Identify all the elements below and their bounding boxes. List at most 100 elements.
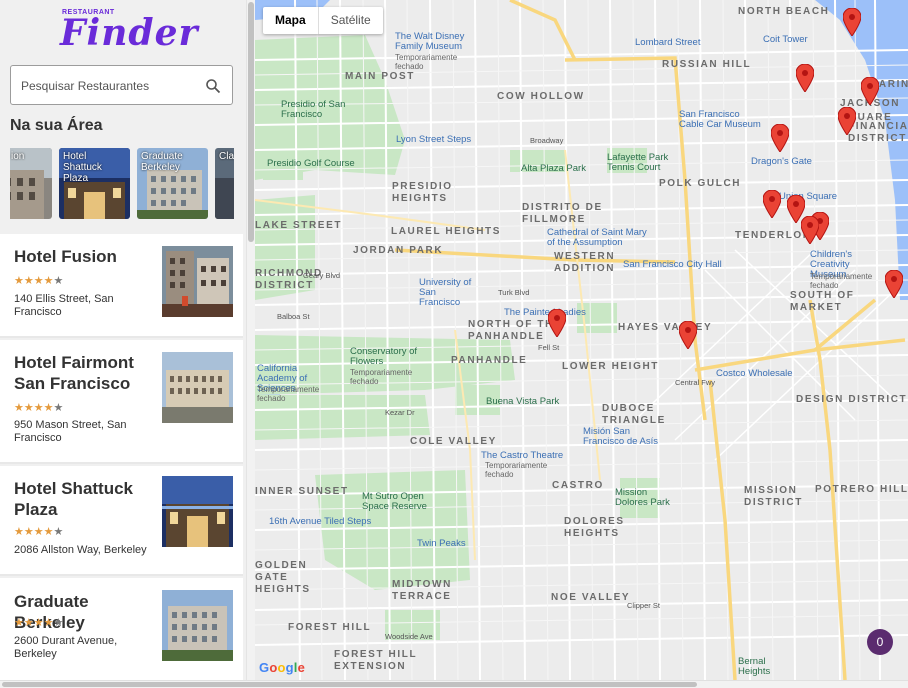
hotel-marker[interactable] [843, 8, 861, 36]
notification-badge[interactable]: 0 [867, 629, 893, 655]
search-icon[interactable] [205, 78, 221, 94]
district-label: POLK GULCH [659, 178, 742, 189]
poi-label[interactable]: Costco Wholesale [716, 368, 793, 379]
nearby-thumb-label: Graduate Berkeley [141, 151, 183, 173]
tab-map[interactable]: Mapa [263, 7, 319, 34]
hotel-name: Hotel Fusion [14, 247, 117, 266]
district-label: JORDAN PARK [353, 245, 444, 256]
nearby-thumb-label: Cla Cla Ho [219, 151, 234, 162]
hotel-marker[interactable] [838, 107, 856, 135]
nearby-thumb[interactable]: ion [10, 148, 52, 219]
district-label: HAYES VALLEY [618, 322, 713, 333]
street-label: Geary Blvd [303, 271, 341, 280]
poi-label[interactable]: Presidio Golf Course [267, 158, 355, 169]
poi-status: Temporariamente fechado [485, 461, 548, 479]
poi-label[interactable]: Lyon Street Steps [396, 134, 471, 145]
hotel-marker[interactable] [861, 77, 879, 105]
hotel-card[interactable]: Hotel Fusion ★★★★★ 140 Ellis Street, San… [0, 234, 243, 338]
poi-label[interactable]: Buena Vista Park [486, 396, 559, 407]
poi-status: Temporariamente fechado [350, 368, 413, 386]
search-input[interactable] [21, 76, 196, 96]
google-logo: Google [259, 660, 306, 675]
hotel-name: Hotel Shattuck Plaza [14, 479, 134, 519]
poi-label[interactable]: University of San Francisco [419, 278, 479, 308]
hotel-card[interactable]: Hotel Shattuck Plaza ★★★★★ 2086 Allston … [0, 466, 243, 576]
district-label: POTRERO HILL [815, 484, 908, 495]
poi-label[interactable]: The Painted Ladies [504, 307, 586, 318]
district-label: MISSION DISTRICT [744, 485, 803, 508]
area-title: Na sua Área [10, 117, 103, 134]
poi-label[interactable]: Bernal Heights [738, 657, 788, 677]
sidebar-scrollbar[interactable] [246, 0, 255, 688]
poi-label[interactable]: Cathedral of Saint Mary of the Assumptio… [547, 228, 652, 248]
poi-label[interactable]: San Francisco City Hall [623, 259, 722, 270]
district-label: MIDTOWN TERRACE [392, 579, 452, 602]
poi-label[interactable]: Misión San Francisco de Asís [583, 427, 663, 447]
poi-label[interactable]: Lombard Street [635, 37, 700, 48]
poi-label[interactable]: Twin Peaks [417, 538, 466, 549]
hotel-marker[interactable] [796, 64, 814, 92]
poi-status: Temporariamente fechado [395, 53, 458, 71]
hotel-rating: ★★★★★ [14, 402, 64, 414]
street-label: Broadway [530, 136, 564, 145]
hotel-marker[interactable] [885, 270, 903, 298]
poi-label[interactable]: 16th Avenue Tiled Steps [269, 516, 371, 527]
hotel-address: 2600 Durant Avenue, Berkeley [14, 635, 118, 660]
nearby-thumb[interactable]: Hotel Shattuck Plaza [59, 148, 130, 219]
hotel-rating: ★★★★★ [14, 617, 64, 629]
hotel-photo-image [162, 590, 233, 661]
poi-label[interactable]: Conservatory of Flowers [350, 347, 420, 367]
poi-label[interactable]: Dragon's Gate [751, 156, 812, 167]
hotel-name: Hotel Fairmont San Francisco [14, 353, 134, 393]
hotel-photo-image [162, 476, 233, 547]
poi-label[interactable]: Mt Sutro Open Space Reserve [362, 492, 442, 512]
poi-status: Temporariamente fechado [257, 385, 320, 403]
district-label: DESIGN DISTRICT [796, 394, 908, 405]
district-label: NORTH BEACH [738, 6, 830, 17]
map-view[interactable]: Mapa Satélite NORTH BEACH RUSSIAN HILL M… [255, 0, 908, 680]
horizontal-scroll-thumb[interactable] [2, 682, 697, 687]
poi-label[interactable]: The Walt Disney Family Museum [395, 32, 475, 52]
poi-status: Temporariamente fechado [810, 272, 873, 290]
hotel-address: 950 Mason Street, San Francisco [14, 419, 127, 444]
district-label: DOLORES HEIGHTS [564, 516, 625, 539]
district-label: DUBOCE TRIANGLE [602, 403, 666, 426]
nearby-thumb[interactable]: Graduate Berkeley [137, 148, 208, 219]
poi-label[interactable]: Presidio of San Francisco [281, 100, 356, 120]
hotel-photo [162, 476, 233, 547]
district-label: FOREST HILL [288, 622, 372, 633]
poi-label[interactable]: Coit Tower [763, 34, 808, 45]
district-label: INNER SUNSET [255, 486, 349, 497]
brand-logo[interactable]: RESTAURANT Finder [60, 6, 197, 56]
district-label: PANHANDLE [451, 355, 528, 366]
street-label: Kezar Dr [385, 408, 415, 417]
hotel-card[interactable]: Hotel Fairmont San Francisco ★★★★★ 950 M… [0, 340, 243, 464]
poi-label[interactable]: San Francisco Cable Car Museum [679, 110, 764, 130]
hotel-marker[interactable] [763, 190, 781, 218]
district-label: WESTERN ADDITION [554, 251, 616, 274]
hotel-marker[interactable] [548, 309, 566, 337]
sidebar-scroll-thumb[interactable] [248, 2, 254, 242]
hotel-marker[interactable] [771, 124, 789, 152]
poi-label[interactable]: The Castro Theatre [481, 450, 563, 461]
hotel-photo [162, 590, 233, 661]
hotel-rating: ★★★★★ [14, 526, 64, 538]
hotel-card[interactable]: Graduate Berkeley ★★★★★ 2600 Durant Aven… [0, 578, 243, 688]
street-label: Central Fwy [675, 378, 716, 387]
poi-label[interactable]: Alta Plaza Park [521, 163, 586, 174]
district-label: LAKE STREET [255, 220, 343, 231]
district-label: CASTRO [552, 480, 604, 491]
poi-label[interactable]: Lafayette Park Tennis Court [607, 153, 677, 173]
district-label: RUSSIAN HILL [662, 59, 752, 70]
nearby-thumb-label: Hotel Shattuck Plaza [63, 151, 102, 184]
district-label: PRESIDIO HEIGHTS [392, 181, 453, 204]
nearby-thumb-label: ion [11, 151, 25, 162]
tab-satellite[interactable]: Satélite [319, 7, 383, 34]
hotel-marker[interactable] [801, 216, 819, 244]
nearby-thumb[interactable]: Cla Cla Ho [215, 148, 234, 219]
search-box [10, 65, 233, 105]
district-label: LOWER HEIGHT [562, 361, 659, 372]
poi-label[interactable]: Mission Dolores Park [615, 488, 675, 508]
horizontal-scrollbar[interactable] [0, 680, 908, 688]
hotel-marker[interactable] [679, 321, 697, 349]
